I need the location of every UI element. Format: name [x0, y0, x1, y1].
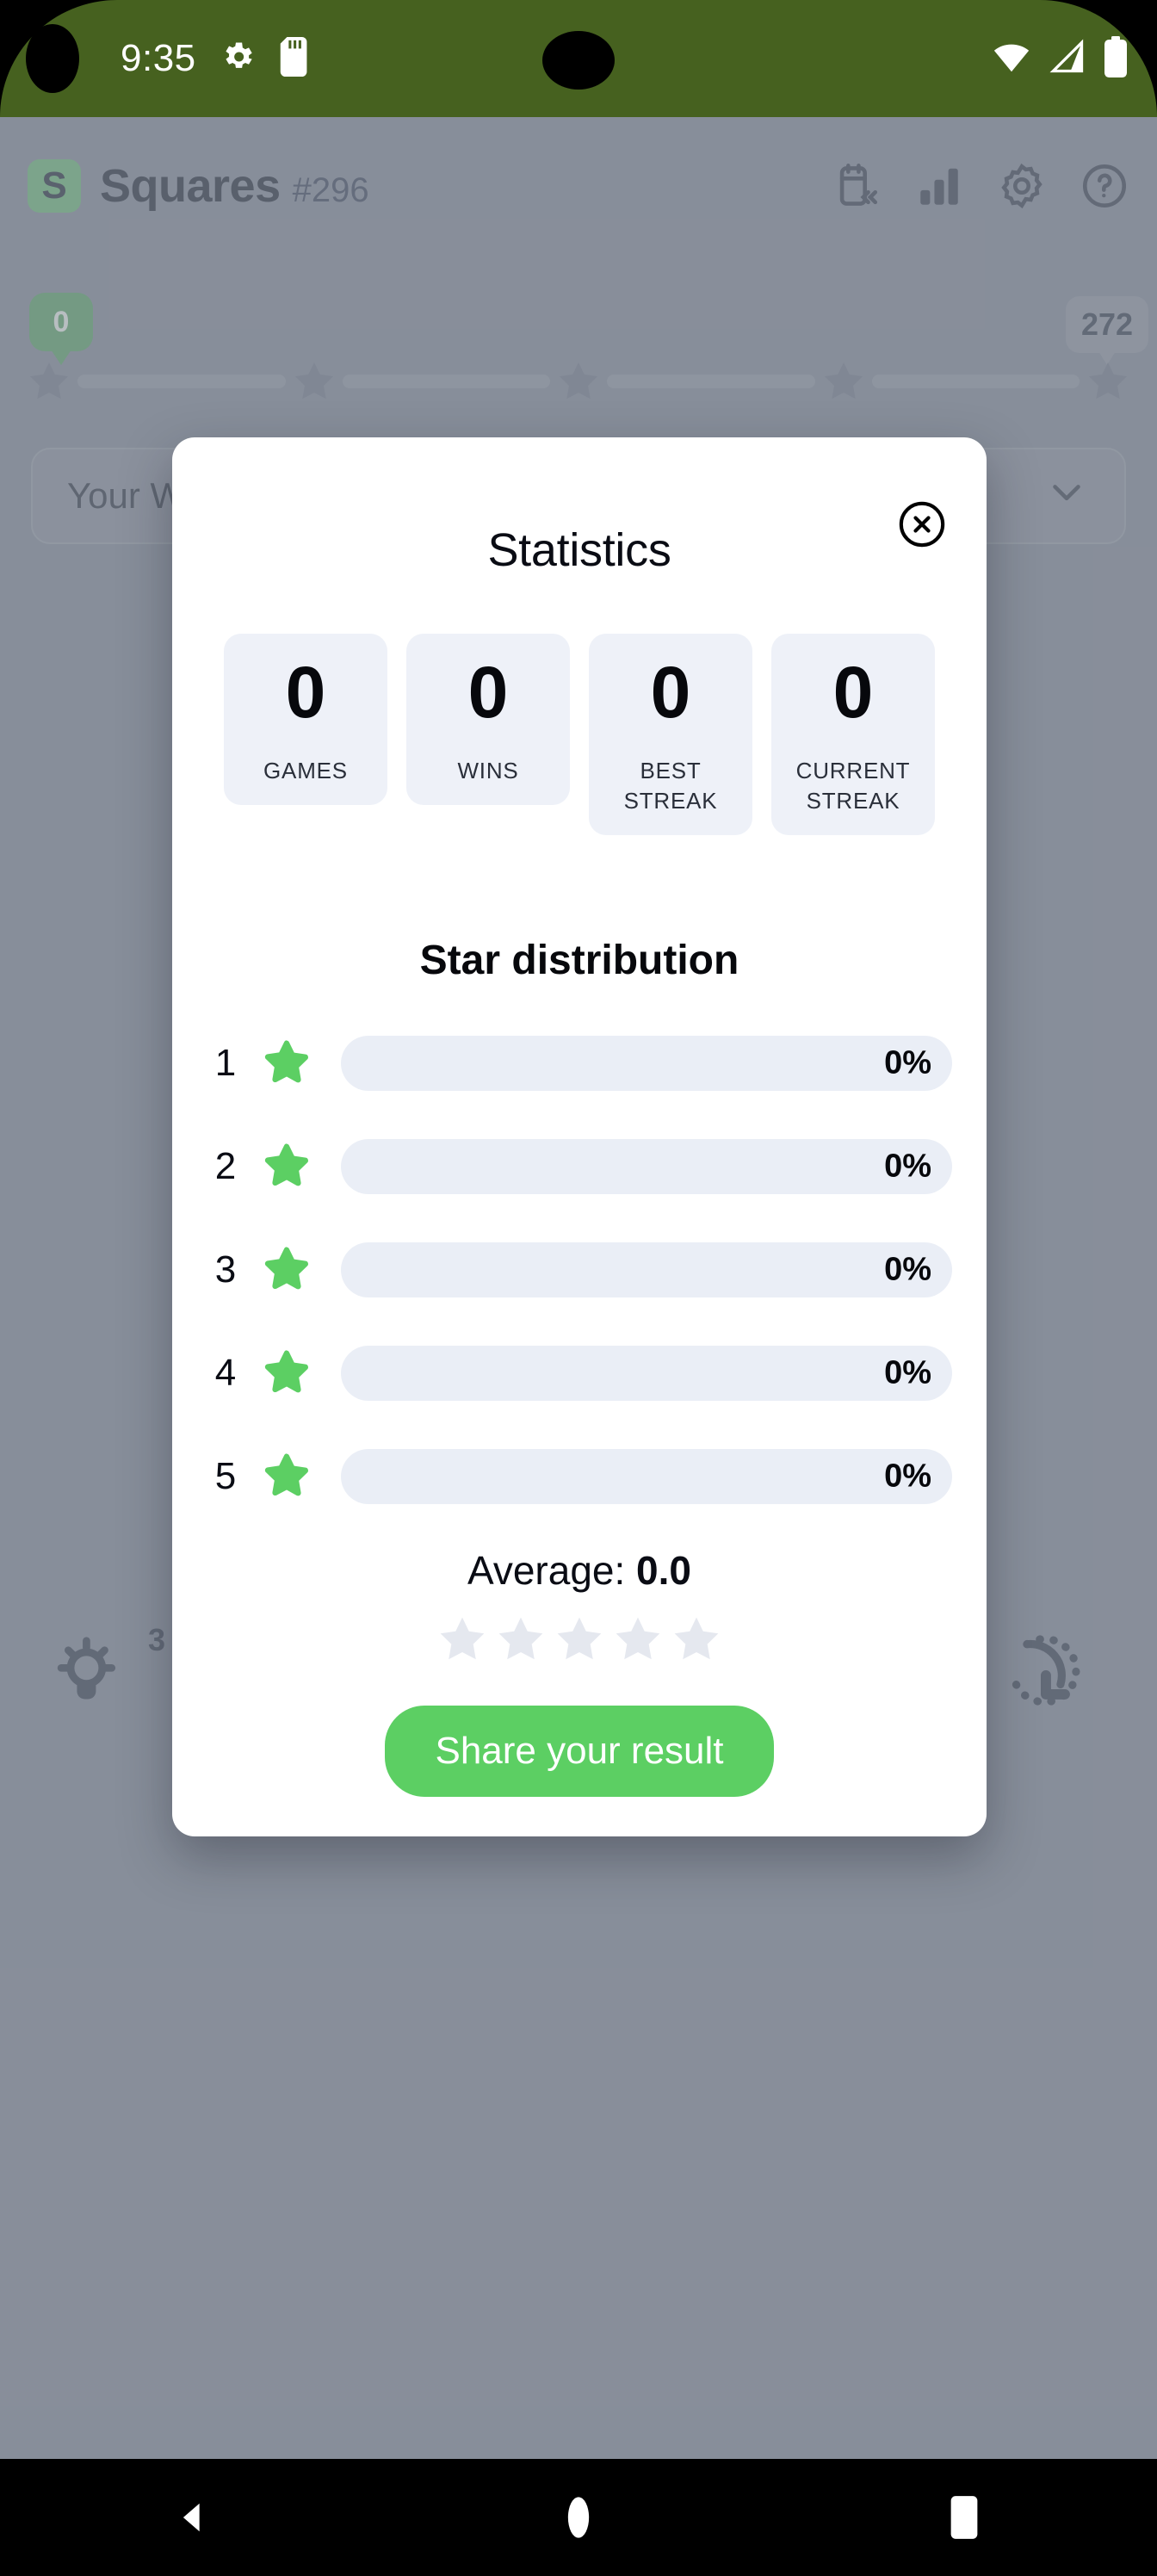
star-icon — [264, 1143, 309, 1186]
camera-cutout-center — [542, 31, 615, 90]
stat-value: 0 — [832, 652, 874, 733]
phone-screen: 9:35 S Squares #296 0 272 Your W 3 Stati… — [0, 0, 1157, 2576]
distribution-percent: 0% — [884, 1044, 931, 1081]
distribution-row: 3 0% — [207, 1237, 952, 1303]
distribution-title: Star distribution — [419, 938, 739, 984]
star-icon — [264, 1040, 309, 1083]
distribution-bar: 0% — [341, 1346, 952, 1402]
star-icon — [264, 1350, 309, 1393]
star-icon — [264, 1247, 309, 1290]
camera-cutout-left — [26, 24, 79, 93]
status-bar: 9:35 — [0, 0, 1157, 117]
distribution-star-count: 5 — [214, 1455, 237, 1498]
stat-value: 0 — [467, 652, 509, 733]
distribution-percent: 0% — [884, 1148, 931, 1185]
stat-card-best-streak: 0 BEST STREAK — [589, 634, 752, 836]
gear-icon — [219, 38, 257, 80]
share-button-wrapper: Share your result — [207, 1706, 952, 1798]
nav-back-button[interactable] — [141, 2459, 244, 2576]
average-value: 0.0 — [636, 1548, 691, 1594]
stat-card-games: 0 GAMES — [224, 634, 387, 806]
distribution-row: 1 0% — [207, 1031, 952, 1096]
distribution-row: 2 0% — [207, 1134, 952, 1199]
distribution-percent: 0% — [884, 1251, 931, 1288]
star-icon — [440, 1617, 485, 1660]
wifi-icon — [992, 37, 1031, 81]
distribution-percent: 0% — [884, 1458, 931, 1495]
distribution-star-count: 1 — [214, 1042, 237, 1085]
average-star-rating — [207, 1613, 952, 1666]
stat-value: 0 — [285, 652, 326, 733]
status-clock: 9:35 — [121, 37, 196, 79]
distribution-percent: 0% — [884, 1354, 931, 1391]
stat-label: CURRENT STREAK — [795, 758, 911, 814]
distribution-star-count: 4 — [214, 1352, 237, 1395]
distribution-row: 4 0% — [207, 1341, 952, 1406]
nav-home-button[interactable] — [527, 2459, 630, 2576]
star-icon — [264, 1453, 309, 1496]
battery-icon — [1104, 35, 1128, 82]
stat-label: GAMES — [263, 758, 348, 783]
distribution-bar: 0% — [341, 1449, 952, 1505]
distribution-rows: 1 0% 2 0% 3 0% 4 0% 5 0% — [207, 1031, 952, 1509]
distribution-bar: 0% — [341, 1036, 952, 1092]
status-bar-left-group: 9:35 — [121, 0, 312, 117]
android-nav-bar — [0, 2459, 1157, 2576]
distribution-bar: 0% — [341, 1242, 952, 1298]
star-icon — [498, 1617, 543, 1660]
cellular-signal-icon — [1049, 38, 1086, 80]
star-icon — [674, 1617, 719, 1660]
sd-card-icon — [279, 36, 312, 81]
average-label: Average: — [467, 1548, 637, 1594]
average-line: Average: 0.0 — [207, 1547, 952, 1594]
stat-value: 0 — [650, 652, 691, 733]
star-icon — [557, 1617, 602, 1660]
distribution-bar: 0% — [341, 1139, 952, 1195]
status-bar-right-group — [992, 0, 1128, 117]
star-icon — [616, 1617, 660, 1660]
close-icon[interactable] — [897, 499, 947, 549]
stat-label: WINS — [457, 758, 519, 783]
distribution-star-count: 3 — [214, 1248, 237, 1291]
stat-cards-row: 0 GAMES 0 WINS 0 BEST STREAK 0 CURRENT S… — [207, 634, 952, 836]
share-result-button[interactable]: Share your result — [385, 1706, 774, 1798]
statistics-dialog: Statistics 0 GAMES 0 WINS 0 BEST STREAK … — [172, 437, 987, 1837]
stat-card-current-streak: 0 CURRENT STREAK — [771, 634, 935, 836]
nav-recents-button[interactable] — [913, 2459, 1016, 2576]
distribution-row: 5 0% — [207, 1444, 952, 1509]
distribution-star-count: 2 — [214, 1145, 237, 1188]
dialog-title: Statistics — [487, 524, 671, 576]
stat-card-wins: 0 WINS — [406, 634, 570, 806]
stat-label: BEST STREAK — [623, 758, 718, 814]
